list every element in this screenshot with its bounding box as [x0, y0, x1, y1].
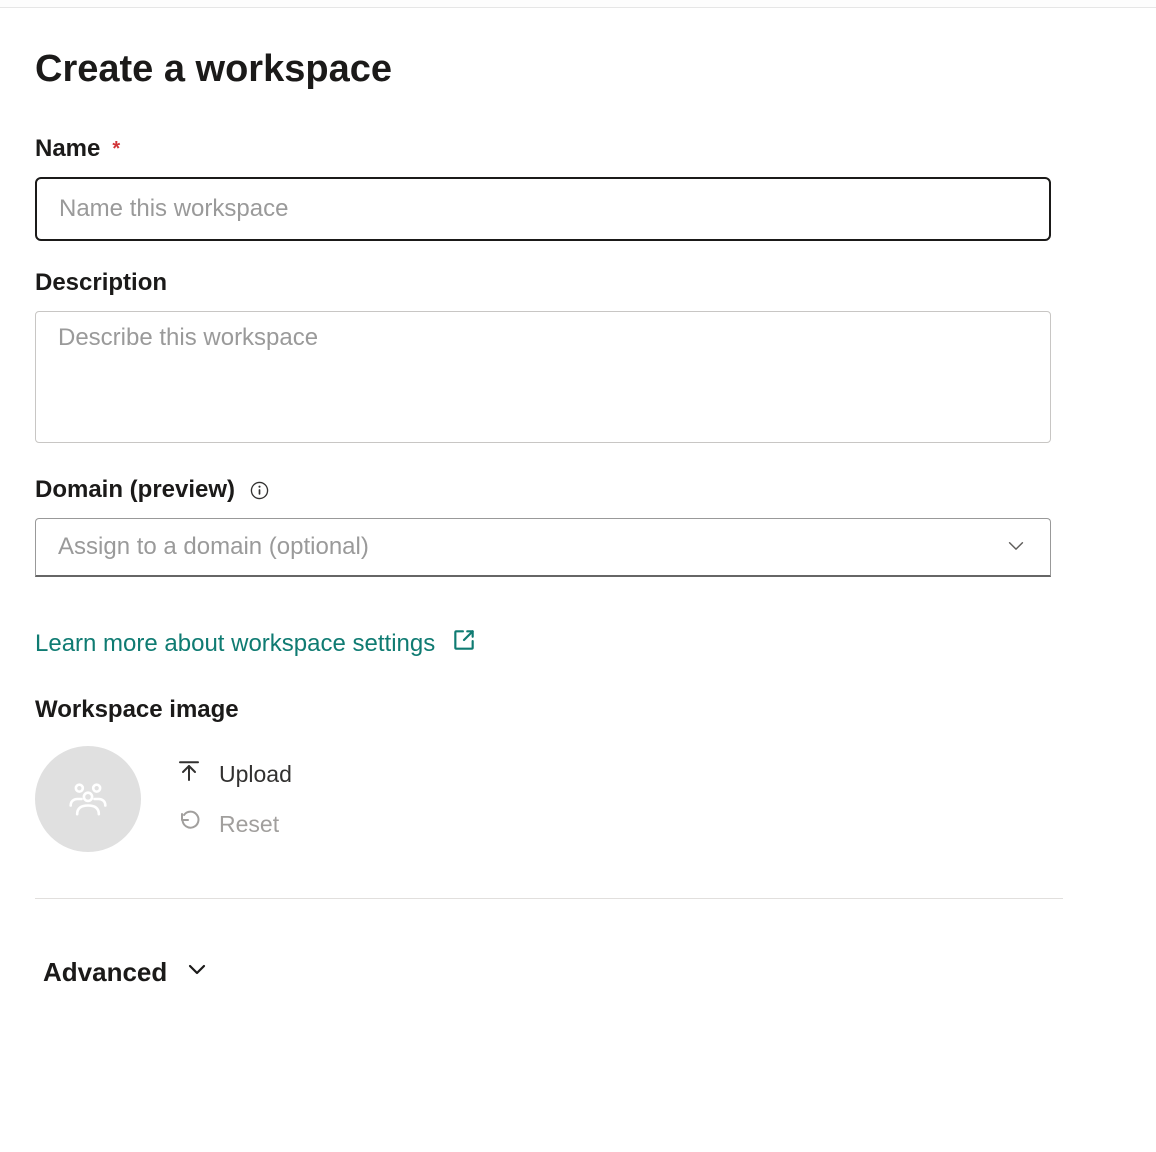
people-group-icon: [62, 773, 114, 825]
reset-button: Reset: [177, 809, 292, 839]
avatar-placeholder: [35, 746, 141, 852]
advanced-label: Advanced: [43, 957, 167, 988]
domain-select[interactable]: Assign to a domain (optional): [35, 518, 1051, 577]
description-field-group: Description: [35, 269, 1051, 448]
learn-more-link[interactable]: Learn more about workspace settings: [35, 627, 477, 660]
external-link-icon: [451, 627, 477, 660]
chevron-down-icon: [185, 957, 209, 988]
workspace-image-title: Workspace image: [35, 696, 1051, 724]
description-input[interactable]: [35, 311, 1051, 443]
advanced-toggle[interactable]: Advanced: [35, 957, 209, 988]
domain-label: Domain (preview): [35, 476, 235, 504]
domain-select-wrapper: Assign to a domain (optional): [35, 518, 1051, 577]
required-asterisk: *: [112, 138, 120, 161]
domain-field-group: Domain (preview) Assign to a domain (opt…: [35, 476, 1051, 577]
divider: [35, 898, 1063, 899]
reset-icon: [177, 809, 201, 839]
name-input[interactable]: [35, 177, 1051, 241]
reset-label: Reset: [219, 811, 279, 838]
description-label: Description: [35, 269, 167, 297]
upload-icon: [177, 759, 201, 789]
top-border: [0, 0, 1156, 8]
workspace-image-row: Upload Reset: [35, 746, 1051, 852]
upload-button[interactable]: Upload: [177, 759, 292, 789]
page-title: Create a workspace: [35, 48, 1051, 91]
name-field-group: Name *: [35, 135, 1051, 241]
info-icon[interactable]: [249, 480, 269, 500]
name-label-row: Name *: [35, 135, 1051, 163]
image-actions: Upload Reset: [177, 759, 292, 839]
form-container: Create a workspace Name * Description Do…: [0, 8, 1086, 988]
name-label: Name: [35, 135, 100, 163]
domain-label-row: Domain (preview): [35, 476, 1051, 504]
learn-more-text: Learn more about workspace settings: [35, 630, 435, 658]
workspace-image-section: Workspace image: [35, 696, 1051, 852]
upload-label: Upload: [219, 761, 292, 788]
description-label-row: Description: [35, 269, 1051, 297]
